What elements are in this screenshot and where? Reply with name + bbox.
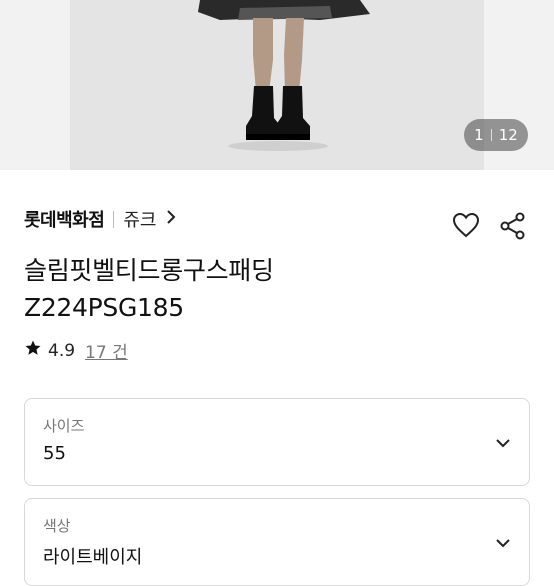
size-select[interactable]: 사이즈 55: [24, 398, 530, 486]
color-select[interactable]: 색상 라이트베이지: [24, 498, 530, 586]
total-image-count: 12: [498, 126, 518, 144]
color-label: 색상: [43, 517, 71, 535]
current-image-index: 1: [474, 126, 484, 144]
chevron-down-icon: [495, 433, 511, 452]
brand-breadcrumb[interactable]: 롯데백화점 쥬크: [24, 206, 176, 232]
star-icon: [24, 339, 42, 362]
product-title: 슬림핏벨티드롱구스패딩 Z224PSG185: [24, 252, 274, 326]
chevron-down-icon: [495, 533, 511, 552]
brand-divider: [113, 210, 115, 228]
product-code: Z224PSG185: [24, 293, 184, 322]
share-icon[interactable]: [500, 212, 526, 244]
counter-divider: [490, 129, 492, 141]
image-counter: 1 12: [464, 119, 528, 151]
brand-name: 쥬크: [123, 210, 157, 231]
heart-icon[interactable]: [452, 212, 480, 244]
product-photo: [70, 0, 484, 170]
color-value: 라이트베이지: [43, 547, 143, 568]
size-label: 사이즈: [43, 417, 85, 435]
review-count-link[interactable]: 17 건: [85, 338, 128, 363]
chevron-right-icon: [166, 209, 176, 230]
action-icons: [452, 212, 526, 244]
product-name: 슬림핏벨티드롱구스패딩: [24, 256, 274, 285]
model-photo-illustration: [198, 0, 370, 151]
product-image-gallery[interactable]: 1 12: [0, 0, 554, 170]
store-name: 롯데백화점: [24, 210, 105, 231]
size-value: 55: [43, 443, 66, 464]
rating-summary: 4.9 17 건: [24, 338, 128, 363]
rating-score: 4.9: [48, 340, 76, 361]
